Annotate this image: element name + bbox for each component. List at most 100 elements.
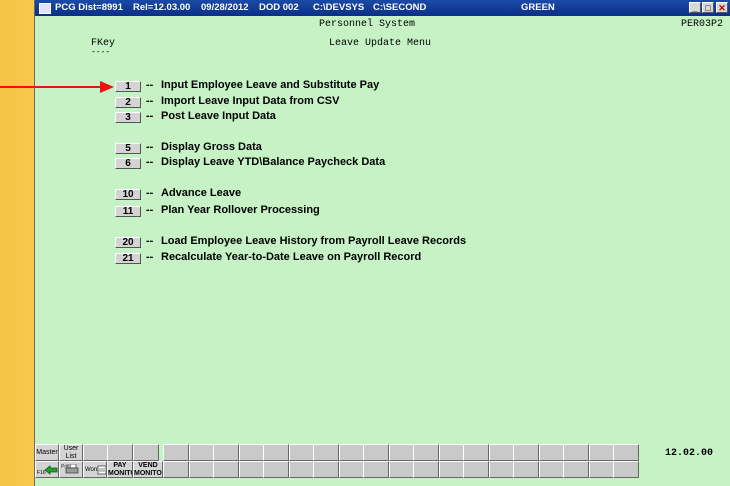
title-devsys: C:\DEVSYS: [313, 2, 365, 13]
toolbar-slot[interactable]: [413, 444, 439, 461]
toolbar-slot[interactable]: [389, 461, 415, 478]
menu-separator: --: [146, 235, 154, 247]
menu-option-label: Recalculate Year-to-Date Leave on Payrol…: [161, 251, 422, 263]
menu-separator: --: [146, 141, 154, 153]
fkey-button-6[interactable]: 6: [115, 158, 141, 169]
back-arrow-icon: [44, 465, 58, 475]
toolbar-slot[interactable]: [563, 444, 589, 461]
menu-separator: --: [146, 95, 154, 107]
toolbar-slot[interactable]: [589, 444, 615, 461]
close-button[interactable]: ✕: [716, 2, 728, 13]
toolbar-slot[interactable]: [513, 461, 539, 478]
menu-option-label: Input Employee Leave and Substitute Pay: [161, 79, 380, 91]
toolbar-slot[interactable]: [239, 461, 265, 478]
toolbar-slot[interactable]: [163, 444, 189, 461]
print-label: Print: [61, 464, 72, 470]
menu-option-label: Post Leave Input Data: [161, 110, 276, 122]
fkey-button-21[interactable]: 21: [115, 253, 141, 264]
toolbar-slot[interactable]: [589, 461, 615, 478]
title-dod: DOD 002: [259, 2, 299, 13]
toolbar-slot[interactable]: [513, 444, 539, 461]
menu-separator: --: [146, 251, 154, 263]
toolbar-slot[interactable]: [289, 461, 315, 478]
toolbar-slot[interactable]: [563, 461, 589, 478]
toolbar-slot[interactable]: [189, 461, 215, 478]
toolbar-slot[interactable]: [489, 444, 515, 461]
menu-option-label: Display Leave YTD\Balance Paycheck Data: [161, 156, 386, 168]
app-icon[interactable]: [39, 3, 51, 14]
toolbar-slot[interactable]: [363, 444, 389, 461]
toolbar-slot[interactable]: [239, 444, 265, 461]
title-bar[interactable]: PCG Dist=8991 Rel=12.03.00 09/28/2012 DO…: [35, 0, 730, 16]
menu-option-label: Load Employee Leave History from Payroll…: [161, 235, 467, 247]
screen-id: PER03P2: [681, 19, 724, 30]
toolbar-slot[interactable]: [313, 444, 339, 461]
toolbar-slot[interactable]: [489, 461, 515, 478]
toolbar-slot[interactable]: [463, 461, 489, 478]
menu-option-label: Display Gross Data: [161, 141, 262, 153]
toolbar-slot[interactable]: [213, 461, 239, 478]
fkey-button-3[interactable]: 3: [115, 112, 141, 123]
fkey-underline: ----: [91, 48, 111, 57]
version-number: 12.02.00: [665, 448, 714, 459]
toolbar-slot[interactable]: [363, 461, 389, 478]
fkey-button-10[interactable]: 10: [115, 189, 141, 200]
pointer-arrow-line: [0, 86, 104, 88]
title-release: Rel=12.03.00: [133, 2, 191, 13]
title-second: C:\SECOND: [373, 2, 427, 13]
toolbar-slot[interactable]: [107, 444, 133, 461]
pay-monitor-label: PAY MONITOR: [108, 462, 132, 477]
menu-separator: --: [146, 187, 154, 199]
toolbar-slot[interactable]: [539, 444, 565, 461]
vend-monitor-label: VEND MONITOR: [134, 462, 162, 477]
toolbar-slot[interactable]: [339, 461, 365, 478]
menu-option-label: Advance Leave: [161, 187, 242, 199]
user-list-label: User List: [63, 445, 79, 460]
toolbar-slot[interactable]: [613, 461, 639, 478]
menu-option-label: Import Leave Input Data from CSV: [161, 95, 340, 107]
system-title: Personnel System: [319, 19, 416, 30]
toolbar-slot[interactable]: [263, 444, 289, 461]
toolbar-slot[interactable]: [263, 461, 289, 478]
toolbar-slot[interactable]: [463, 444, 489, 461]
toolbar-slot[interactable]: [133, 444, 159, 461]
fkey-button-2[interactable]: 2: [115, 97, 141, 108]
toolbar-slot[interactable]: [613, 444, 639, 461]
toolbar-slot[interactable]: [189, 444, 215, 461]
toolbar-slot[interactable]: [439, 461, 465, 478]
master-label: Master: [36, 449, 58, 456]
menu-separator: --: [146, 110, 154, 122]
word-button[interactable]: Word: [83, 461, 107, 478]
title-date: 09/28/2012: [201, 2, 249, 13]
fkey-button-11[interactable]: 11: [115, 206, 141, 217]
fkey-button-1[interactable]: 1: [115, 81, 141, 92]
word-icon: [97, 465, 106, 475]
menu-title: Leave Update Menu: [329, 38, 432, 49]
restore-button[interactable]: □: [702, 2, 714, 13]
vend-monitor-button[interactable]: VEND MONITOR: [133, 461, 163, 478]
terminal-window: PCG Dist=8991 Rel=12.03.00 09/28/2012 DO…: [34, 0, 730, 486]
master-button[interactable]: Master: [35, 444, 59, 461]
toolbar-slot[interactable]: [389, 444, 415, 461]
menu-separator: --: [146, 79, 154, 91]
pay-monitor-button[interactable]: PAY MONITOR: [107, 461, 133, 478]
toolbar-slot[interactable]: [539, 461, 565, 478]
toolbar-slot[interactable]: [83, 444, 109, 461]
title-green: GREEN: [521, 2, 555, 13]
toolbar-slot[interactable]: [213, 444, 239, 461]
menu-option-label: Plan Year Rollover Processing: [161, 204, 320, 216]
f16-back-button[interactable]: F16: [35, 461, 59, 478]
toolbar-slot[interactable]: [339, 444, 365, 461]
toolbar-slot[interactable]: [163, 461, 189, 478]
toolbar-slot[interactable]: [289, 444, 315, 461]
menu-separator: --: [146, 204, 154, 216]
minimize-button[interactable]: _: [689, 2, 701, 13]
toolbar-slot[interactable]: [413, 461, 439, 478]
menu-separator: --: [146, 156, 154, 168]
fkey-button-5[interactable]: 5: [115, 143, 141, 154]
toolbar-slot[interactable]: [313, 461, 339, 478]
print-button[interactable]: Print: [59, 461, 83, 478]
user-list-button[interactable]: User List: [59, 444, 83, 461]
fkey-button-20[interactable]: 20: [115, 237, 141, 248]
toolbar-slot[interactable]: [439, 444, 465, 461]
